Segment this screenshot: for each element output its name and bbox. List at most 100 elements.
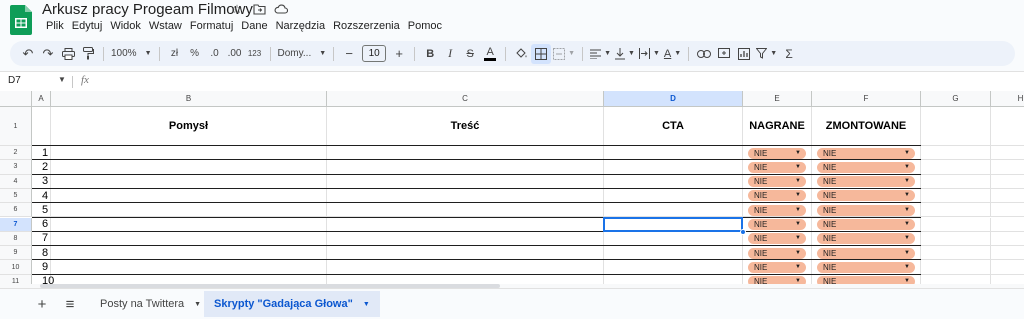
row-header[interactable]: 2 <box>0 146 32 161</box>
fill-color-icon[interactable] <box>511 44 531 64</box>
cell[interactable] <box>921 160 991 175</box>
cell[interactable] <box>327 260 604 275</box>
cell[interactable] <box>327 146 604 161</box>
dropdown-chip-zmontowane[interactable]: NIE ▼ <box>817 161 915 173</box>
row-header[interactable]: 7 <box>0 217 32 232</box>
cell[interactable] <box>327 231 604 247</box>
select-all-corner[interactable] <box>0 91 32 107</box>
dropdown-chip-zmontowane[interactable]: NIE ▼ <box>817 233 915 245</box>
sheet-tab-skrypty[interactable]: Skrypty "Gadająca Głowa" ▼ <box>204 291 380 317</box>
number-cell[interactable]: 1 <box>32 146 51 161</box>
move-to-folder-icon[interactable] <box>252 2 266 16</box>
add-sheet-button[interactable]: + <box>32 295 52 313</box>
cell[interactable] <box>327 274 604 284</box>
cell[interactable] <box>991 260 1024 275</box>
redo-button[interactable]: ↷ <box>38 44 58 64</box>
cell[interactable] <box>51 260 327 275</box>
chevron-down-icon[interactable]: ▼ <box>363 301 370 308</box>
number-cell[interactable]: 2 <box>32 160 51 175</box>
cell[interactable] <box>51 217 327 232</box>
cell[interactable] <box>604 203 743 218</box>
row-header[interactable]: 3 <box>0 160 32 175</box>
font-size-input[interactable]: 10 <box>362 45 387 62</box>
cloud-saved-icon[interactable] <box>274 2 288 16</box>
chevron-down-icon[interactable]: ▼ <box>194 301 201 308</box>
cell[interactable] <box>991 232 1024 247</box>
currency-format-button[interactable]: zł <box>165 44 185 64</box>
increase-font-size-button[interactable]: + <box>389 44 409 64</box>
dropdown-chip-nagrane[interactable]: NIE ▼ <box>748 161 806 173</box>
cell[interactable] <box>991 218 1024 232</box>
cell[interactable] <box>991 107 1024 146</box>
cell[interactable] <box>604 246 743 261</box>
cell[interactable] <box>921 188 991 204</box>
dropdown-chip-nagrane[interactable]: NIE ▼ <box>748 190 806 202</box>
name-box[interactable]: D7 <box>8 75 21 86</box>
decrease-decimal-button[interactable]: .0 <box>205 44 225 64</box>
bold-button[interactable]: B <box>420 44 440 64</box>
dropdown-chip-nagrane[interactable]: NIE ▼ <box>748 219 806 230</box>
cell[interactable] <box>51 274 327 284</box>
cell[interactable] <box>604 174 743 189</box>
row-header[interactable]: 6 <box>0 203 32 218</box>
dropdown-chip-nagrane[interactable]: NIE ▼ <box>748 176 806 188</box>
cell[interactable] <box>921 146 991 161</box>
vertical-align-icon[interactable]: ▼ <box>613 44 637 64</box>
dropdown-chip-zmontowane[interactable]: NIE ▼ <box>817 219 915 230</box>
cell[interactable] <box>32 107 51 146</box>
cell[interactable] <box>921 217 991 232</box>
font-family-select[interactable]: Domy... ▼ <box>276 44 329 64</box>
row-header[interactable]: 9 <box>0 246 32 261</box>
dropdown-chip-zmontowane[interactable]: NIE ▼ <box>817 176 915 188</box>
italic-button[interactable]: I <box>440 44 460 64</box>
cell[interactable] <box>51 160 327 175</box>
row-header[interactable]: 11 <box>0 274 32 284</box>
cell[interactable] <box>604 160 743 175</box>
chevron-down-icon[interactable]: ▼ <box>58 75 66 84</box>
active-cell-selection[interactable] <box>603 216 743 232</box>
document-title[interactable]: Arkusz pracy Progeam Filmowy <box>42 1 253 18</box>
menu-view[interactable]: Widok <box>106 20 145 32</box>
functions-button[interactable]: Σ <box>779 44 799 64</box>
insert-comment-icon[interactable] <box>714 44 734 64</box>
cell[interactable] <box>921 274 991 284</box>
cell[interactable] <box>327 203 604 218</box>
number-cell[interactable]: 5 <box>32 203 51 218</box>
column-header-c[interactable]: C <box>327 91 604 107</box>
dropdown-chip-zmontowane[interactable]: NIE ▼ <box>817 147 915 159</box>
sheet-tab-posty-na-twittera[interactable]: Posty na Twittera ▼ <box>90 291 211 317</box>
number-cell[interactable]: 3 <box>32 174 51 189</box>
star-icon[interactable]: ☆ <box>230 2 244 16</box>
dropdown-chip-nagrane[interactable]: NIE ▼ <box>748 147 806 159</box>
sheets-logo-icon[interactable] <box>10 5 32 35</box>
cell[interactable] <box>327 160 604 175</box>
text-rotation-icon[interactable]: A ▼ <box>662 44 683 64</box>
menu-tools[interactable]: Narzędzia <box>272 20 330 32</box>
percent-format-button[interactable]: % <box>185 44 205 64</box>
borders-icon[interactable] <box>531 43 552 64</box>
cell[interactable] <box>327 188 604 204</box>
column-header-h[interactable]: H <box>991 91 1024 107</box>
column-header-d[interactable]: D <box>604 91 743 107</box>
cell[interactable] <box>51 174 327 189</box>
cell[interactable] <box>604 274 743 284</box>
row-header[interactable]: 10 <box>0 260 32 275</box>
cell[interactable] <box>327 174 604 189</box>
cell[interactable] <box>604 260 743 275</box>
header-cell-d[interactable]: CTA <box>604 107 743 146</box>
cell[interactable] <box>991 189 1024 204</box>
number-cell[interactable]: 6 <box>32 217 51 232</box>
decrease-font-size-button[interactable]: − <box>339 44 359 64</box>
text-color-button[interactable]: A <box>480 44 500 64</box>
row-header[interactable]: 4 <box>0 174 32 189</box>
menu-data[interactable]: Dane <box>237 20 271 32</box>
fill-handle[interactable] <box>740 228 746 235</box>
menu-extensions[interactable]: Rozszerzenia <box>329 20 404 32</box>
cell[interactable] <box>604 146 743 161</box>
number-cell[interactable]: 8 <box>32 246 51 261</box>
row-header[interactable]: 1 <box>0 107 32 146</box>
column-header-g[interactable]: G <box>921 91 991 107</box>
dropdown-chip-nagrane[interactable]: NIE ▼ <box>748 233 806 245</box>
cell[interactable] <box>327 246 604 261</box>
dropdown-chip-nagrane[interactable]: NIE ▼ <box>748 276 806 284</box>
